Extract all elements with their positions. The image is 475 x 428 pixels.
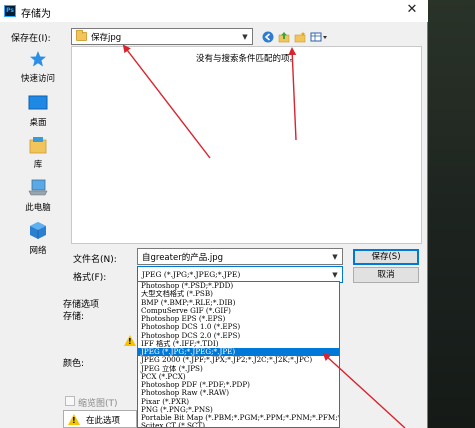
format-option[interactable]: PCX (*.PCX) <box>138 373 339 381</box>
chevron-down-icon: ▼ <box>242 33 248 41</box>
format-option[interactable]: BMP (*.BMP;*.RLE;*.DIB) <box>138 299 339 307</box>
warning-text: 在此选项下， <box>86 416 121 426</box>
warning-icon: ! <box>124 335 136 346</box>
place-label: 库 <box>33 160 43 170</box>
format-dropdown-list[interactable]: Photoshop (*.PSD;*.PDD) 大型文档格式 (*.PSB) BMP… <box>137 281 340 428</box>
back-icon[interactable] <box>262 31 274 43</box>
place-desktop[interactable]: 桌面 <box>8 90 68 132</box>
format-option[interactable]: CompuServe GIF (*.GIF) <box>138 307 339 315</box>
computer-icon <box>28 179 48 196</box>
place-this-pc[interactable]: 此电脑 <box>8 175 68 217</box>
format-option[interactable]: Pixar (*.PXR) <box>138 398 339 406</box>
network-icon <box>30 222 46 239</box>
places-bar: 快速访问 桌面 库 此电脑 网络 <box>8 46 68 260</box>
save-as-dialog: Ps 存储为 ✕ 保存在(I): 保存jpg ▼ 快速访问 桌面 库 此电脑 网… <box>0 0 428 428</box>
title-bar: Ps 存储为 ✕ <box>0 0 428 22</box>
file-name-label: 文件名(N): <box>73 255 117 265</box>
save-in-value: 保存jpg <box>91 33 122 43</box>
storage-label: 存储: <box>63 312 85 322</box>
format-option[interactable]: IFF 格式 (*.IFF;*.TDI) <box>138 340 339 348</box>
format-option[interactable]: Photoshop DCS 2.0 (*.EPS) <box>138 332 339 340</box>
new-folder-icon[interactable] <box>294 31 306 43</box>
format-option[interactable]: 大型文档格式 (*.PSB) <box>138 290 339 298</box>
background-right <box>428 0 475 428</box>
color-label: 颜色: <box>63 359 85 369</box>
place-label: 此电脑 <box>25 203 51 213</box>
star-icon <box>30 51 46 67</box>
format-option[interactable]: Photoshop EPS (*.EPS) <box>138 315 339 323</box>
file-name-input[interactable]: 自greater的产品.jpg ▼ <box>137 248 343 265</box>
format-option[interactable]: JPEG 2000 (*.JPF;*.JPX;*.JP2;*.J2C;*.J2K… <box>138 356 339 364</box>
place-network[interactable]: 网络 <box>8 218 68 260</box>
format-option[interactable]: Photoshop PDF (*.PDF;*.PDP) <box>138 381 339 389</box>
up-folder-icon[interactable] <box>278 31 290 43</box>
thumbnail-label: 缩览图(T) <box>78 399 118 409</box>
warning-message-box: ! 在此选项下， <box>63 410 137 428</box>
chevron-down-icon: ▼ <box>332 271 338 279</box>
place-library[interactable]: 库 <box>8 132 68 174</box>
place-quick-access[interactable]: 快速访问 <box>8 46 68 88</box>
close-icon[interactable]: ✕ <box>404 2 420 18</box>
window-title: 存储为 <box>21 9 51 20</box>
save-button[interactable]: 保存(S) <box>353 249 419 265</box>
format-option[interactable]: Scitex CT (*.SCT) <box>138 422 339 427</box>
chevron-down-icon: ▼ <box>332 253 338 261</box>
save-in-label: 保存在(I): <box>11 34 51 44</box>
format-option[interactable]: PNG (*.PNG;*.PNS) <box>138 406 339 414</box>
desktop-icon <box>28 95 48 110</box>
format-option[interactable]: JPEG 立体 (*.JPS) <box>138 365 339 373</box>
thumbnail-checkbox[interactable] <box>65 396 75 406</box>
place-label: 桌面 <box>29 118 47 128</box>
format-option[interactable]: Photoshop DCS 1.0 (*.EPS) <box>138 323 339 331</box>
save-in-combo[interactable]: 保存jpg ▼ <box>71 28 253 45</box>
cancel-button[interactable]: 取消 <box>353 267 419 283</box>
format-option[interactable]: Photoshop (*.PSD;*.PDD) <box>138 282 339 290</box>
empty-list-message: 没有与搜索条件匹配的项。 <box>196 54 299 64</box>
format-option[interactable]: Portable Bit Map (*.PBM;*.PGM;*.PPM;*.PN… <box>138 414 339 422</box>
library-icon <box>29 137 47 154</box>
file-list[interactable]: 没有与搜索条件匹配的项。 <box>71 46 422 244</box>
photoshop-app-icon: Ps <box>4 5 16 17</box>
view-menu-icon[interactable] <box>310 31 328 43</box>
format-label: 格式(F): <box>73 273 107 283</box>
format-value: JPEG (*.JPG;*.JPEG;*.JPE) <box>142 270 241 279</box>
format-option[interactable]: JPEG (*.JPG;*.JPEG;*.JPE) <box>138 348 339 357</box>
place-label: 网络 <box>29 246 47 256</box>
place-label: 快速访问 <box>20 74 55 84</box>
folder-icon <box>76 30 87 41</box>
file-name-value: 自greater的产品.jpg <box>142 253 224 263</box>
format-option[interactable]: Photoshop Raw (*.RAW) <box>138 389 339 397</box>
warning-icon: ! <box>68 414 80 425</box>
